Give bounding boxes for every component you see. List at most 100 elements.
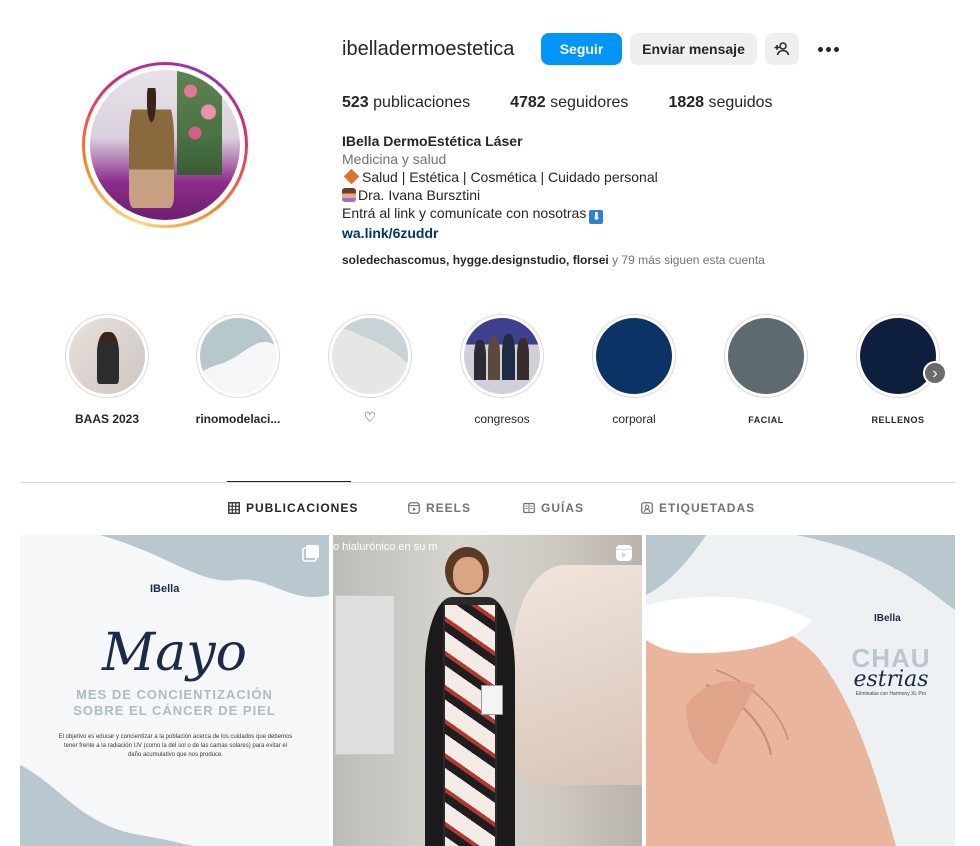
avatar-person xyxy=(129,88,174,208)
post-chau-estrias[interactable]: IBella CHAU estrias Eliminalas con Harmo… xyxy=(646,535,955,846)
highlight-baas-2023[interactable]: BAAS 2023 xyxy=(65,314,149,426)
post-overlay-text: o hialurónico en su m xyxy=(333,541,438,553)
post-subtitle-line-1: MES DE CONCIENTIZACIÓN xyxy=(76,687,273,702)
highlight-congresos[interactable]: congresos xyxy=(460,314,544,426)
highlight-cover xyxy=(69,318,145,394)
grid-icon xyxy=(228,502,240,514)
woman-doctor-icon xyxy=(342,188,356,202)
profile-stats: 523 publicaciones 4782 seguidores 1828 s… xyxy=(342,94,813,112)
add-user-icon xyxy=(774,42,790,56)
follow-button[interactable]: Seguir xyxy=(541,33,622,65)
highlight-cover xyxy=(596,318,672,394)
post-subtitle: Eliminalas con Harmony XL Pro xyxy=(855,691,927,697)
carousel-icon xyxy=(302,545,319,562)
highlight-ring xyxy=(196,314,280,398)
tab-reels[interactable]: REELS xyxy=(408,501,471,515)
profile-full-name: IBella DermoEstética Láser xyxy=(342,133,523,149)
highlight-ring xyxy=(856,314,940,398)
bio-line-2: Dra. Ivana Bursztini xyxy=(342,186,658,204)
highlight-ring xyxy=(328,314,412,398)
highlight-ring xyxy=(65,314,149,398)
followers-label: seguidores xyxy=(550,94,629,111)
reels-icon xyxy=(408,502,420,514)
post-brand-logo: IBella xyxy=(874,613,901,624)
post-brand-logo: IBella xyxy=(150,583,180,595)
blob-shape xyxy=(200,318,276,374)
poster-legs xyxy=(513,565,642,785)
post-body-text: El objetivo es educar y concientizar a l… xyxy=(58,734,293,758)
bio-link[interactable]: wa.link/6zuddr xyxy=(342,224,658,242)
post-title: Mayo xyxy=(102,623,247,683)
tab-label: GUÍAS xyxy=(541,501,585,515)
bio-line-3: Entrá al link y comunícate con nosotras ⬇ xyxy=(342,204,658,224)
bio-line-1-text: Salud | Estética | Cosmética | Cuidado p… xyxy=(362,169,658,185)
followers-count: 4782 xyxy=(510,94,546,111)
guides-icon xyxy=(523,502,535,514)
avatar-flower-wall xyxy=(177,70,222,175)
badge xyxy=(481,685,503,715)
tab-label: PUBLICACIONES xyxy=(246,501,359,515)
down-arrow-icon: ⬇ xyxy=(589,210,604,224)
diamond-icon xyxy=(343,168,360,185)
posts-count: 523 xyxy=(342,94,369,111)
highlight-rinomodelacion[interactable]: rinomodelaci... xyxy=(196,314,280,426)
more-options-icon[interactable] xyxy=(814,37,842,61)
tab-label: ETIQUETADAS xyxy=(659,501,756,515)
posts-label: publicaciones xyxy=(373,94,471,111)
highlight-cover xyxy=(860,318,936,394)
highlight-label: corporal xyxy=(612,412,656,426)
profile-avatar-ring[interactable] xyxy=(82,62,248,228)
posts-stat: 523 publicaciones xyxy=(342,94,470,112)
highlight-label: congresos xyxy=(474,412,530,426)
following-count: 1828 xyxy=(668,94,705,111)
highlight-cover xyxy=(464,318,540,394)
post-subtitle: MES DE CONCIENTIZACIÓN SOBRE EL CÁNCER D… xyxy=(20,687,329,719)
highlight-cover xyxy=(332,318,408,394)
highlight-label: FACIAL xyxy=(748,415,784,425)
post-mayo[interactable]: IBella Mayo MES DE CONCIENTIZACIÓN SOBRE… xyxy=(20,535,329,846)
followed-by[interactable]: soledechascomus, hygge.designstudio, flo… xyxy=(342,253,765,267)
tab-publicaciones[interactable]: PUBLICACIONES xyxy=(228,501,358,515)
highlight-label: RELLENOS xyxy=(871,415,925,425)
avatar[interactable] xyxy=(90,70,240,220)
highlight-facial[interactable]: FACIAL xyxy=(724,314,808,425)
profile-username: ibelladermoestetica xyxy=(342,38,515,60)
highlight-ring xyxy=(724,314,808,398)
person-face xyxy=(453,557,483,593)
highlight-label: rinomodelaci... xyxy=(195,412,281,426)
profile-category: Medicina y salud xyxy=(342,151,447,167)
highlight-ring xyxy=(460,314,544,398)
send-message-button[interactable]: Enviar mensaje xyxy=(630,33,757,65)
reel-icon xyxy=(616,545,632,561)
followed-by-names: soledechascomus, hygge.designstudio, flo… xyxy=(342,253,609,267)
highlight-rellenos[interactable]: RELLENOS xyxy=(856,314,940,425)
followers-stat[interactable]: 4782 seguidores xyxy=(510,94,628,112)
highlights-next-chevron-icon[interactable]: › xyxy=(923,361,947,385)
highlight-ring xyxy=(592,314,676,398)
post-congress-photo[interactable]: o hialurónico en su m xyxy=(333,535,642,846)
add-user-button[interactable] xyxy=(765,33,799,65)
tab-label: REELS xyxy=(426,501,472,515)
tab-guias[interactable]: GUÍAS xyxy=(523,501,584,515)
tagged-icon xyxy=(641,502,653,514)
highlight-corporal[interactable]: corporal xyxy=(592,314,676,426)
post-title-script: estrias xyxy=(853,667,929,692)
highlight-label: ♡ xyxy=(363,409,377,425)
highlight-heart[interactable]: ♡ xyxy=(328,314,412,425)
post-subtitle-line-2: SOBRE EL CÁNCER DE PIEL xyxy=(73,703,276,718)
profile-bio: IBella DermoEstética Láser Medicina y sa… xyxy=(342,132,658,242)
following-stat[interactable]: 1828 seguidos xyxy=(668,94,772,112)
tabs-divider xyxy=(20,482,955,483)
person-dress xyxy=(445,605,495,846)
bio-line-2-text: Dra. Ivana Bursztini xyxy=(358,187,481,203)
highlight-cover xyxy=(200,318,276,394)
avatar-frame xyxy=(85,65,245,225)
followed-by-suffix: y 79 más siguen esta cuenta xyxy=(608,253,765,267)
blob-shape xyxy=(332,318,408,364)
active-tab-indicator xyxy=(227,481,351,482)
tab-etiquetadas[interactable]: ETIQUETADAS xyxy=(641,501,755,515)
bio-line-1: Salud | Estética | Cosmética | Cuidado p… xyxy=(342,168,658,186)
display-stand xyxy=(335,595,395,755)
highlight-cover xyxy=(728,318,804,394)
bio-line-3-text: Entrá al link y comunícate con nosotras xyxy=(342,205,587,221)
